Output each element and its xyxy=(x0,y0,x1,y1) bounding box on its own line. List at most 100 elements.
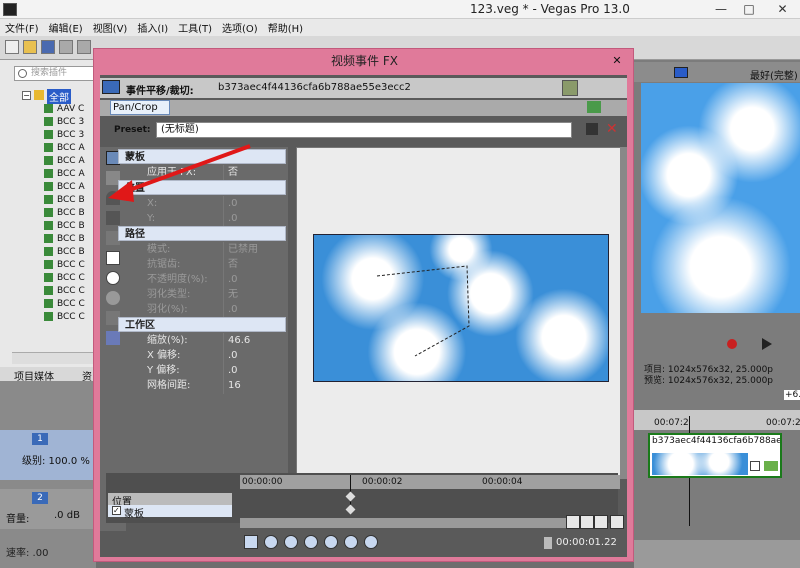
video-clip[interactable]: b373aec4f44136cfa6b788ae5 xyxy=(648,433,782,478)
tree-item[interactable]: BCC C xyxy=(44,258,85,271)
property-value[interactable]: .0 xyxy=(223,211,286,227)
dialog-close-icon[interactable]: ✕ xyxy=(610,54,624,68)
timeline-row-position[interactable]: 位置 xyxy=(108,493,232,508)
tree-item-label: BCC C xyxy=(57,285,85,296)
property-value[interactable]: .0 xyxy=(223,363,286,379)
property-row[interactable]: 网格间距: 16 xyxy=(127,378,286,394)
menu-insert[interactable]: 插入(I) xyxy=(132,20,173,35)
property-row[interactable]: 抗锯齿: 否 xyxy=(127,257,286,273)
ellipse-mask-tool-icon[interactable] xyxy=(106,271,120,285)
tree-item[interactable]: BCC C xyxy=(44,297,85,310)
menu-file[interactable]: 文件(F) xyxy=(0,20,44,35)
property-row[interactable]: 不透明度(%): .0 xyxy=(127,272,286,288)
zoom-out-button[interactable] xyxy=(610,515,624,529)
maximize-button[interactable]: □ xyxy=(735,0,763,19)
tree-item[interactable]: BCC C xyxy=(44,271,85,284)
menu-edit[interactable]: 编辑(E) xyxy=(44,20,88,35)
lock-icon[interactable] xyxy=(544,537,552,549)
property-value[interactable]: .0 xyxy=(223,348,286,364)
zoom-in-button[interactable] xyxy=(580,515,594,529)
section-header[interactable]: 工作区 xyxy=(118,317,286,332)
tree-item[interactable]: BCC 3 xyxy=(44,128,84,141)
fx-icon[interactable] xyxy=(764,461,778,471)
crop-icon[interactable] xyxy=(750,461,760,471)
property-value[interactable]: 无 xyxy=(223,287,286,303)
property-value[interactable]: 46.6 xyxy=(223,333,286,349)
save-icon[interactable] xyxy=(41,40,55,54)
preset-value: (无标题) xyxy=(161,124,199,135)
menu-view[interactable]: 视图(V) xyxy=(88,20,133,35)
menu-tools[interactable]: 工具(T) xyxy=(173,20,217,35)
tree-item[interactable]: BCC C xyxy=(44,284,85,297)
timeline-ruler-inner xyxy=(240,475,620,489)
monitor-icon[interactable] xyxy=(674,67,688,78)
property-row[interactable]: 缩放(%): 46.6 xyxy=(127,333,286,349)
layout-toggle-icon[interactable] xyxy=(562,80,578,96)
tree-scrollbar[interactable] xyxy=(12,352,96,364)
property-value[interactable]: .0 xyxy=(223,272,286,288)
first-keyframe-icon[interactable] xyxy=(264,535,278,549)
tree-item[interactable]: BCC B xyxy=(44,232,85,245)
preview-scrollbar[interactable] xyxy=(620,147,627,479)
tree-item[interactable]: BCC B xyxy=(44,245,85,258)
tree-item[interactable]: BCC A xyxy=(44,167,85,180)
next-keyframe-icon[interactable] xyxy=(304,535,318,549)
tree-item[interactable]: BCC B xyxy=(44,193,85,206)
tree-item[interactable]: BCC A xyxy=(44,141,85,154)
property-row[interactable]: Y: .0 xyxy=(127,211,286,227)
property-row[interactable]: 羽化类型: 无 xyxy=(127,287,286,303)
menu-options[interactable]: 选项(O) xyxy=(217,20,263,35)
new-file-icon[interactable] xyxy=(5,40,19,54)
rectangle-mask-tool-icon[interactable] xyxy=(106,251,120,265)
tree-expand-icon[interactable]: − xyxy=(22,91,31,100)
property-row[interactable]: 羽化(%): .0 xyxy=(127,302,286,318)
time-label-0: 00:00:00 xyxy=(242,477,283,487)
scroll-left-button[interactable] xyxy=(566,515,580,529)
timeline-row-mask[interactable]: 蒙板 xyxy=(108,505,232,520)
tree-item[interactable]: BCC A xyxy=(44,180,85,193)
section-header[interactable]: 路径 xyxy=(118,226,286,241)
record-button[interactable] xyxy=(727,339,737,349)
property-row[interactable]: X 偏移: .0 xyxy=(127,348,286,364)
close-button[interactable]: ✕ xyxy=(765,0,800,19)
preset-delete-icon[interactable]: ✕ xyxy=(606,121,618,137)
delete-keyframe-icon[interactable] xyxy=(364,535,378,549)
open-folder-icon[interactable] xyxy=(23,40,37,54)
timeline-hscroll[interactable] xyxy=(240,518,570,528)
play-icon[interactable] xyxy=(762,338,772,350)
tree-item[interactable]: AAV C xyxy=(44,102,84,115)
preview-quality[interactable]: 最好(完整) xyxy=(750,67,798,82)
sync-cursor-icon[interactable] xyxy=(244,535,258,549)
crop-preview[interactable] xyxy=(296,147,622,479)
property-row[interactable]: Y 偏移: .0 xyxy=(127,363,286,379)
scroll-right-button[interactable] xyxy=(594,515,608,529)
mask-path[interactable] xyxy=(297,148,622,479)
property-value[interactable]: 16 xyxy=(223,378,286,394)
prev-keyframe-icon[interactable] xyxy=(284,535,298,549)
menu-help[interactable]: 帮助(H) xyxy=(263,20,308,35)
last-keyframe-icon[interactable] xyxy=(324,535,338,549)
property-value[interactable]: .0 xyxy=(223,302,286,318)
properties-icon[interactable] xyxy=(59,40,73,54)
render-icon[interactable] xyxy=(77,40,91,54)
tree-item[interactable]: BCC C xyxy=(44,310,85,323)
add-keyframe-icon[interactable] xyxy=(344,535,358,549)
track-1-level[interactable]: 级别: 100.0 % xyxy=(22,452,90,467)
tree-item[interactable]: BCC A xyxy=(44,154,85,167)
tree-item-label: BCC 3 xyxy=(57,116,85,127)
tree-item[interactable]: BCC B xyxy=(44,206,85,219)
tree-item[interactable]: BCC B xyxy=(44,219,85,232)
property-value[interactable]: 否 xyxy=(223,257,286,273)
preset-save-icon[interactable] xyxy=(586,123,598,135)
minimize-button[interactable]: — xyxy=(707,0,735,19)
tree-item[interactable]: BCC 3 xyxy=(44,115,84,128)
zoom-tool-icon[interactable] xyxy=(106,291,120,305)
volume-value[interactable]: .0 dB xyxy=(54,510,80,521)
move-tool-icon[interactable] xyxy=(106,331,120,345)
preset-dropdown[interactable]: (无标题) xyxy=(156,122,572,138)
property-row[interactable]: 模式: 已禁用 xyxy=(127,242,286,258)
mask-checkbox[interactable]: ✓ xyxy=(112,506,121,515)
property-value[interactable]: 已禁用 xyxy=(223,242,286,258)
anchor-delete-tool-icon[interactable] xyxy=(106,211,120,225)
plugin-chain-icon[interactable] xyxy=(587,101,601,113)
